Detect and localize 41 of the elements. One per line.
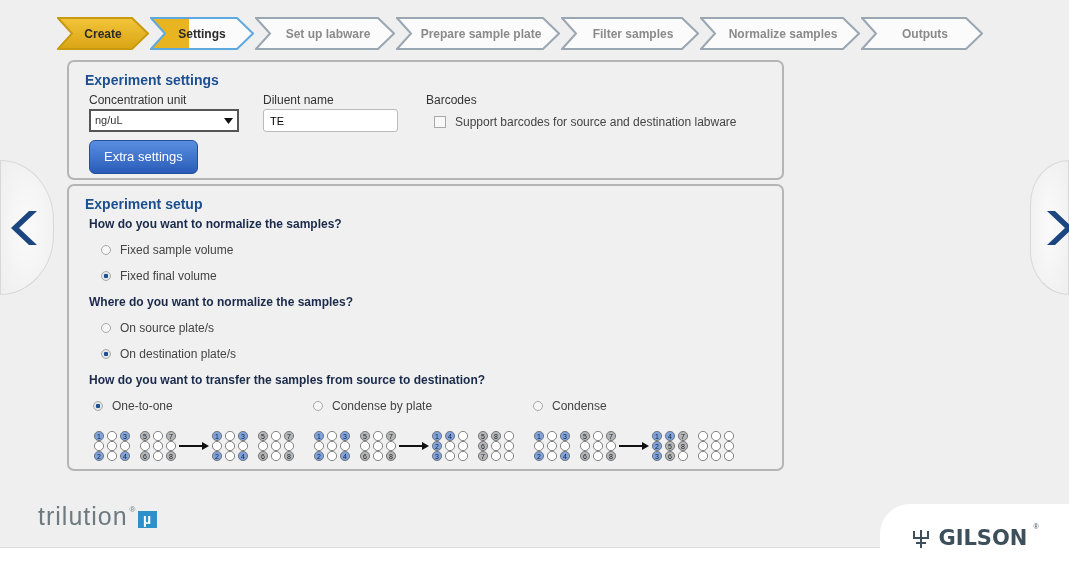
field-label: Concentration unit — [89, 92, 188, 109]
checkbox[interactable] — [434, 116, 446, 128]
dropdown-caret-icon — [224, 117, 233, 124]
step-tab[interactable]: Normalize samples — [700, 17, 860, 50]
radio-button[interactable] — [101, 244, 111, 255]
option-label: On source plate/s — [120, 319, 215, 337]
extra-settings-button[interactable]: Extra settings — [89, 140, 198, 174]
arrow-icon — [619, 440, 649, 451]
option-label: Condense — [552, 397, 607, 415]
trademark-mark: ® — [129, 504, 136, 516]
question-text: Where do you want to normalize the samples? — [89, 293, 355, 311]
radio-button[interactable] — [93, 400, 103, 411]
step-tab[interactable]: Set up labware — [255, 17, 395, 50]
option-label: One-to-one — [112, 397, 173, 415]
company-logo-text: GILSON — [938, 528, 1028, 549]
step-tab[interactable]: Create — [57, 17, 149, 50]
question-text: How do you want to transfer the samples from source to destination? — [89, 371, 487, 389]
checkbox-label: Support barcodes for source and destination labware — [455, 114, 737, 131]
well-plate-drawing — [697, 430, 735, 461]
product-logo-text: trilution — [38, 504, 128, 529]
radio-button[interactable] — [101, 348, 111, 359]
diluent-field[interactable]: TE — [263, 109, 398, 132]
arrow-icon — [179, 440, 209, 451]
section-title: Experiment setup — [85, 194, 204, 214]
section-title: Experiment settings — [85, 71, 220, 90]
radio-button[interactable] — [101, 322, 111, 333]
step-tab[interactable]: Prepare sample plate — [396, 17, 560, 50]
field-label: Diluent name — [263, 92, 335, 109]
step-tab[interactable]: Outputs — [861, 17, 983, 50]
option-label: On destination plate/s — [120, 345, 237, 363]
option-label: Fixed final volume — [120, 267, 217, 285]
radio-button[interactable] — [313, 400, 323, 411]
radio-button[interactable] — [533, 400, 543, 411]
option-label: Fixed sample volume — [120, 241, 234, 259]
unit-dropdown[interactable]: ng/uL — [89, 109, 239, 132]
option-label: Condense by plate — [332, 397, 433, 415]
arrow-icon — [399, 440, 429, 451]
step-tab[interactable]: Filter samples — [561, 17, 699, 50]
field-label: Barcodes — [426, 92, 478, 109]
question-text: How do you want to normalize the samples? — [89, 215, 343, 233]
radio-button[interactable] — [101, 270, 111, 281]
